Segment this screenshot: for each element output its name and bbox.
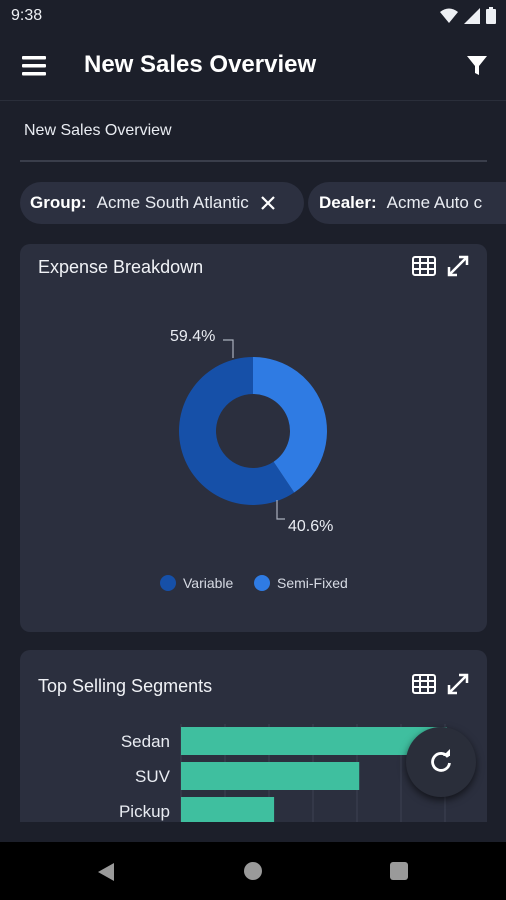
- data-label-semi-fixed: 40.6%: [288, 518, 333, 535]
- category-label-pickup: Pickup: [118, 802, 170, 821]
- legend-label: Variable: [183, 575, 234, 591]
- divider: [20, 160, 487, 162]
- close-icon[interactable]: [261, 196, 275, 210]
- back-icon[interactable]: [97, 862, 115, 882]
- chip-group-value: Acme South Atlantic: [96, 193, 249, 212]
- bar-suv[interactable]: [181, 762, 360, 790]
- chip-dealer[interactable]: Dealer: Acme Auto c: [308, 182, 506, 224]
- filter-chips: Group: Acme South Atlantic Dealer: Acme …: [20, 182, 506, 226]
- status-icons: [440, 7, 496, 24]
- refresh-icon: [431, 749, 451, 772]
- signal-icon: [464, 7, 480, 24]
- battery-icon: [486, 7, 496, 24]
- refresh-button[interactable]: [406, 727, 476, 797]
- legend-label: Semi-Fixed: [277, 575, 348, 591]
- recents-icon[interactable]: [390, 862, 408, 880]
- wifi-icon: [440, 8, 458, 23]
- legend-dot: [160, 575, 176, 591]
- filter-icon[interactable]: [466, 54, 488, 78]
- chip-group[interactable]: Group: Acme South Atlantic: [20, 182, 304, 224]
- expense-breakdown-card: Expense Breakdown 59.4% 40.6% Variable S…: [20, 244, 487, 632]
- donut-chart: 59.4% 40.6%: [170, 328, 333, 535]
- data-label-variable: 59.4%: [170, 328, 215, 345]
- leader-line: [276, 500, 285, 520]
- menu-icon[interactable]: [22, 54, 48, 78]
- home-icon[interactable]: [244, 862, 262, 880]
- app-title: New Sales Overview: [84, 51, 317, 78]
- category-label-sedan: Sedan: [120, 732, 170, 751]
- bar-pickup[interactable]: [181, 797, 275, 822]
- system-nav-bar: [0, 842, 506, 900]
- chip-dealer-key: Dealer:: [319, 193, 377, 212]
- chip-dealer-value: Acme Auto c: [386, 193, 483, 212]
- status-bar: 9:38: [0, 0, 506, 32]
- status-time: 9:38: [11, 7, 43, 24]
- legend-variable[interactable]: Variable: [160, 575, 233, 591]
- leader-line: [223, 339, 234, 358]
- legend-dot: [254, 575, 270, 591]
- app-bar: New Sales Overview: [0, 32, 506, 101]
- chip-group-key: Group:: [30, 193, 87, 212]
- legend-semi-fixed[interactable]: Semi-Fixed: [254, 575, 348, 591]
- page-subtitle: New Sales Overview: [24, 122, 172, 139]
- category-label-suv: SUV: [135, 767, 170, 786]
